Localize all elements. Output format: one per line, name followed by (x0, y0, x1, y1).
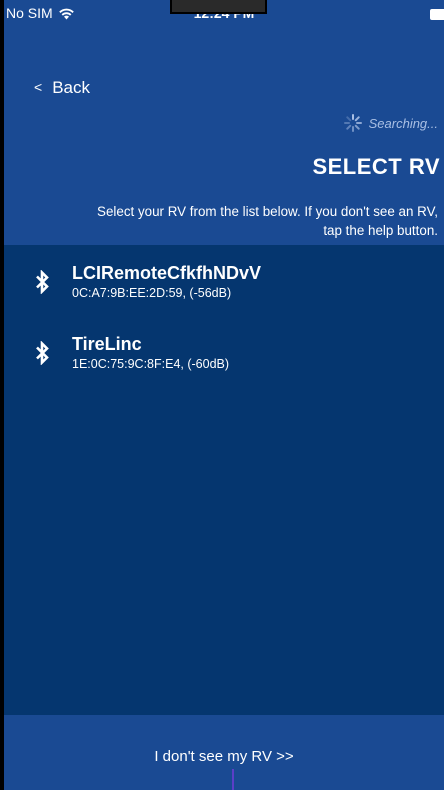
bluetooth-icon (34, 341, 51, 365)
device-list: LCIRemoteCfkfhNDvV 0C:A7:9B:EE:2D:59, (-… (4, 245, 444, 715)
device-item[interactable]: LCIRemoteCfkfhNDvV 0C:A7:9B:EE:2D:59, (-… (4, 261, 444, 321)
spinner-icon (343, 113, 363, 133)
device-name: TireLinc (72, 334, 142, 354)
searching-indicator: Searching... (343, 113, 438, 133)
device-detail: 1E:0C:75:9C:8F:E4, (-60dB) (72, 357, 230, 371)
device-detail: 0C:A7:9B:EE:2D:59, (-56dB) (72, 286, 232, 300)
help-button[interactable]: I don't see my RV >> (4, 748, 444, 765)
back-label: Back (52, 78, 90, 97)
device-name: LCIRemoteCfkfhNDvV (72, 263, 262, 283)
notch-bar (170, 0, 267, 14)
device-item[interactable]: TireLinc 1E:0C:75:9C:8F:E4, (-60dB) (4, 332, 444, 392)
page-title: SELECT RV (312, 154, 440, 179)
back-button[interactable]: < Back (34, 78, 90, 98)
bluetooth-icon (34, 270, 51, 294)
battery-icon (430, 9, 444, 20)
chevron-left-icon: < (34, 79, 43, 95)
instructions-text: Select your RV from the list below. If y… (97, 204, 438, 238)
touch-indicator (232, 769, 234, 790)
searching-label: Searching... (368, 115, 438, 131)
app-screen: No SIM 12:24 PM < Back (4, 0, 444, 790)
footer: I don't see my RV >> (4, 715, 444, 790)
